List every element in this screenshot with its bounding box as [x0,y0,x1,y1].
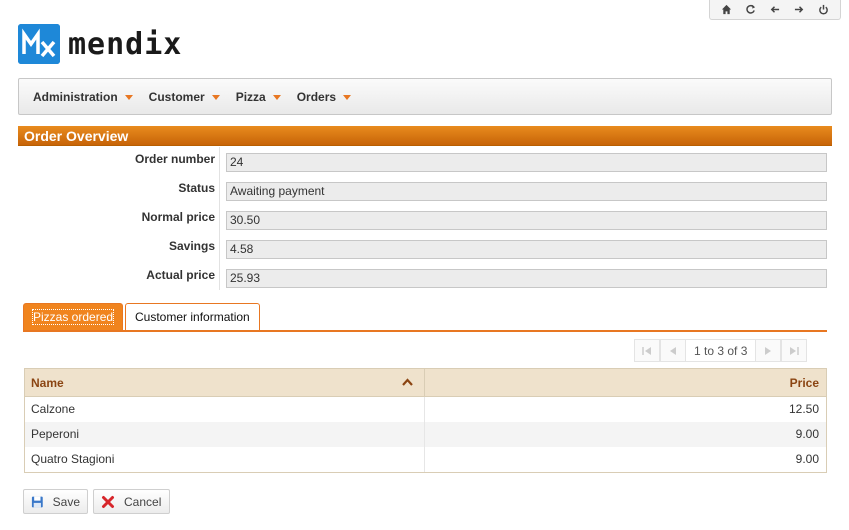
paging-count: 1 to 3 of 3 [686,339,756,362]
tab-pizzas-ordered[interactable]: Pizzas ordered [23,303,124,330]
actual-price-field[interactable]: 25.93 [226,269,827,288]
caret-down-icon [272,94,281,100]
tab-bar: Pizzas ordered Customer information [23,303,827,332]
caret-down-icon [211,94,220,100]
menu-label: Administration [33,89,118,104]
table-row[interactable]: Quatro Stagioni 9.00 [25,447,826,472]
cell-name: Quatro Stagioni [25,447,425,472]
first-page-icon [642,346,651,355]
menu-administration[interactable]: Administration [25,90,141,104]
back-icon [771,6,780,13]
grid-paging: 1 to 3 of 3 [634,339,808,362]
window-toolbar [709,0,841,20]
forward-button[interactable] [792,3,806,17]
normal-price-field[interactable]: 30.50 [226,211,827,230]
status-field[interactable]: Awaiting payment [226,182,827,201]
table-row[interactable]: Peperoni 9.00 [25,422,826,447]
column-header-label: Name [31,376,64,390]
form-row-status: Status Awaiting payment [18,176,828,205]
status-label: Status [178,181,215,195]
column-header-price[interactable]: Price [425,369,826,397]
cancel-button[interactable]: Cancel [93,489,170,514]
caret-down-icon [124,94,133,100]
cancel-label: Cancel [124,494,162,509]
previous-page-icon [670,346,676,355]
next-page-icon [765,346,772,355]
tab-customer-information[interactable]: Customer information [125,303,260,330]
form-row-actual-price: Actual price 25.93 [18,263,828,292]
tab-label: Pizzas ordered [31,309,115,325]
menu-label: Customer [148,89,205,104]
previous-page-button[interactable] [660,339,686,362]
menu-label: Orders [296,89,337,104]
form-row-order-number: Order number 24 [18,147,828,176]
menu-pizza[interactable]: Pizza [228,90,289,104]
cell-price: 9.00 [795,452,819,466]
actual-price-label: Actual price [146,268,215,282]
last-page-button[interactable] [781,339,808,362]
pizzas-grid: Name Price Calzone 12.50 Peperoni 9.00 Q… [24,368,827,473]
cell-name: Calzone [25,397,425,422]
order-number-label: Order number [134,152,215,166]
main-menu-bar: Administration Customer Pizza Orders [18,78,832,115]
cell-price: 9.00 [795,427,819,441]
menu-label: Pizza [235,89,266,104]
first-page-button[interactable] [634,339,660,362]
refresh-button[interactable] [744,3,758,17]
order-number-field[interactable]: 24 [226,153,827,172]
logout-button[interactable] [817,3,831,17]
table-row[interactable]: Calzone 12.50 [25,397,826,422]
savings-field[interactable]: 4.58 [226,240,827,259]
tab-label: Customer information [135,310,250,324]
savings-label: Savings [168,239,215,253]
cell-name: Peperoni [25,422,425,447]
caret-down-icon [343,94,352,100]
logo-mark-icon [18,24,60,64]
last-page-icon [790,346,800,355]
cell-price: 12.50 [788,402,819,416]
power-icon [819,4,829,15]
column-header-name[interactable]: Name [25,369,425,397]
refresh-icon [746,4,756,14]
save-button[interactable]: Save [23,489,88,514]
page-title: Order Overview [18,126,832,146]
grid-header: Name Price [25,369,826,397]
home-button[interactable] [719,3,733,17]
normal-price-label: Normal price [141,210,215,224]
save-label: Save [52,494,80,509]
home-icon [721,4,731,15]
forward-icon [794,6,804,13]
column-header-label: Price [789,376,819,390]
mendix-logo: mendix [18,24,182,64]
cancel-icon [102,495,114,508]
menu-orders[interactable]: Orders [289,90,359,104]
form-row-normal-price: Normal price 30.50 [18,205,828,234]
form-row-savings: Savings 4.58 [18,234,828,263]
next-page-button[interactable] [755,339,782,362]
menu-customer[interactable]: Customer [141,90,228,104]
back-button[interactable] [768,3,782,17]
sort-ascending-icon [402,378,413,386]
logo-text: mendix [68,26,183,62]
save-icon [31,496,43,507]
